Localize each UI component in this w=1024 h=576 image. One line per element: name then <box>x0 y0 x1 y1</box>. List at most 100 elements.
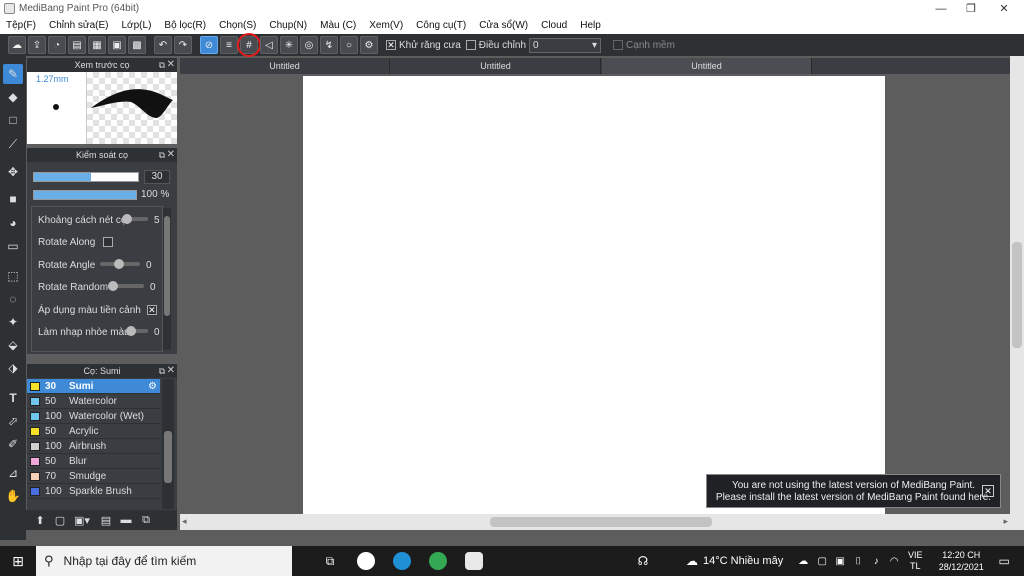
fill-rect-tool-icon[interactable]: ■ <box>3 189 23 209</box>
menu-help[interactable]: Help <box>580 20 601 31</box>
close-icon[interactable]: ✕ <box>167 149 175 160</box>
menu-filter[interactable]: Bộ lọc(R) <box>164 20 206 31</box>
snap-circle-icon[interactable]: ○ <box>340 36 358 54</box>
tab-document-3[interactable]: Untitled <box>602 58 812 74</box>
snap-curve-icon[interactable]: ↯ <box>320 36 338 54</box>
select-pen-tool-icon[interactable]: ⬙ <box>3 335 23 355</box>
params-scrollbar[interactable] <box>163 208 171 350</box>
snap-radial-icon[interactable]: ✳ <box>280 36 298 54</box>
tab-document-2[interactable]: Untitled <box>391 58 601 74</box>
menu-file[interactable]: Tệp(F) <box>6 20 36 31</box>
wifi-icon[interactable]: ◠ <box>885 546 903 576</box>
params-scroll-thumb[interactable] <box>164 216 170 316</box>
upload-icon[interactable]: ⇪ <box>28 36 46 54</box>
onedrive-icon[interactable]: ☁ <box>793 546 813 576</box>
gradient-tool-icon[interactable]: ▭ <box>3 236 23 256</box>
lasso-tool-icon[interactable]: ◌ <box>3 289 23 309</box>
brush-tool-icon[interactable]: ✎ <box>3 64 23 84</box>
scroll-left-icon[interactable]: ◂ <box>182 516 187 527</box>
gear-icon[interactable]: ⚙ <box>148 381 157 392</box>
vertical-scroll-thumb[interactable] <box>1012 242 1022 348</box>
eyedropper-tool-icon[interactable]: ⊿ <box>3 463 23 483</box>
menu-view[interactable]: Xem(V) <box>369 20 403 31</box>
divide-tool-icon[interactable]: ✐ <box>3 434 23 454</box>
brush-opacity-slider[interactable] <box>33 190 137 200</box>
drawing-canvas[interactable] <box>303 76 885 514</box>
tray-app-icon[interactable]: ▢ <box>813 546 831 576</box>
shape-tool-icon[interactable]: □ <box>3 110 23 130</box>
brush-list-scroll-thumb[interactable] <box>164 431 172 483</box>
operation-tool-icon[interactable]: ⬀ <box>3 411 23 431</box>
brush-width-value[interactable]: 30 <box>144 170 170 184</box>
snap-settings-icon[interactable]: ⚙ <box>360 36 378 54</box>
snap-grid-icon[interactable]: # <box>237 33 261 57</box>
antialias-checkbox[interactable]: ✕ <box>386 40 396 50</box>
adjust-select[interactable]: 0 ▾ <box>529 37 602 53</box>
restore-button[interactable]: ❐ <box>955 0 987 17</box>
param-rotate-angle-knob[interactable] <box>114 259 124 269</box>
bucket-tool-icon[interactable]: ◕ <box>3 213 23 233</box>
snap-concentric-icon[interactable]: ◎ <box>300 36 318 54</box>
param-spacing-knob[interactable] <box>122 214 132 224</box>
edge-app-icon[interactable] <box>384 546 420 576</box>
add-brush-icon[interactable]: ⬆ <box>30 510 50 530</box>
param-rotate-random-knob[interactable] <box>108 281 118 291</box>
undo-icon[interactable]: ↶ <box>154 36 172 54</box>
close-icon[interactable]: ✕ <box>167 59 175 70</box>
volume-icon[interactable]: ♪ <box>867 546 885 576</box>
scroll-right-icon[interactable]: ▸ <box>1003 516 1008 527</box>
param-blur-color-knob[interactable] <box>126 326 136 336</box>
brush-item[interactable]: 100 Airbrush <box>27 439 160 454</box>
vertical-scrollbar[interactable] <box>1010 56 1024 530</box>
weather-widget[interactable]: ☁ 14°C Nhiều mây <box>686 546 783 576</box>
tray-app-icon-2[interactable]: ▣ <box>831 546 849 576</box>
select-eraser-tool-icon[interactable]: ⬗ <box>3 358 23 378</box>
snap-parallel-icon[interactable]: ≡ <box>220 36 238 54</box>
medibang-app-icon[interactable] <box>456 546 492 576</box>
brush-folder-icon[interactable]: ▬ <box>116 510 136 530</box>
gallery-icon[interactable]: ▣ <box>108 36 126 54</box>
select-rect-tool-icon[interactable]: ⬚ <box>3 266 23 286</box>
redo-icon[interactable]: ↷ <box>174 36 192 54</box>
task-view-icon[interactable]: ⧉ <box>312 546 348 576</box>
magic-wand-tool-icon[interactable]: ✦ <box>3 312 23 332</box>
people-icon[interactable]: ☊ <box>628 546 658 576</box>
menu-color[interactable]: Màu (C) <box>320 20 356 31</box>
close-icon[interactable]: ✕ <box>982 485 994 497</box>
horizontal-scroll-thumb[interactable] <box>490 517 712 527</box>
brush-item[interactable]: 100 Watercolor (Wet) <box>27 409 160 424</box>
notifications-icon[interactable]: ▭ <box>989 546 1019 576</box>
menu-layer[interactable]: Lớp(L) <box>122 20 152 31</box>
update-notification[interactable]: You are not using the latest version of … <box>706 474 1001 508</box>
menu-edit[interactable]: Chỉnh sửa(E) <box>49 20 109 31</box>
brush-list-scrollbar[interactable] <box>162 379 174 509</box>
brush-duplicate-icon[interactable]: ⧉ <box>136 510 156 530</box>
brush-item[interactable]: 50 Watercolor <box>27 394 160 409</box>
brush-width-slider[interactable] <box>33 172 139 182</box>
horizontal-scrollbar[interactable]: ◂ ▸ <box>180 514 1010 530</box>
line-tool-icon[interactable]: ⟋ <box>3 134 23 154</box>
clock[interactable]: 12:20 CH 28/12/2021 <box>933 546 989 576</box>
chrome-app-icon[interactable] <box>420 546 456 576</box>
menu-cloud[interactable]: Cloud <box>541 20 567 31</box>
menu-tools[interactable]: Công cụ(T) <box>416 20 466 31</box>
cloud-icon[interactable]: ☁ <box>8 36 26 54</box>
rotate-along-checkbox[interactable] <box>103 237 114 247</box>
minimize-button[interactable]: — <box>925 0 957 17</box>
move-tool-icon[interactable]: ✥ <box>3 162 23 182</box>
taskbar-search[interactable]: ⚲ Nhập tại đây để tìm kiếm <box>36 546 292 576</box>
input-language[interactable]: VIE TL <box>903 546 927 576</box>
adjust-checkbox[interactable] <box>465 40 476 50</box>
brush-item[interactable]: 30 Sumi ⚙ <box>27 379 160 394</box>
comment-icon[interactable]: ◔ <box>48 36 66 54</box>
message-icon[interactable]: ▤ <box>68 36 86 54</box>
brush-copy-icon[interactable]: ▤ <box>96 510 116 530</box>
network-icon[interactable]: ⌷ <box>849 546 867 576</box>
apply-fg-checkbox[interactable]: ✕ <box>146 305 157 315</box>
popout-icon[interactable]: ⧉ <box>159 150 165 161</box>
close-button[interactable]: ✕ <box>988 0 1020 17</box>
new-brush-icon[interactable]: ▢ <box>50 510 70 530</box>
close-icon[interactable]: ✕ <box>167 365 175 376</box>
page-icon[interactable]: ▦ <box>88 36 106 54</box>
popout-icon[interactable]: ⧉ <box>159 60 165 71</box>
